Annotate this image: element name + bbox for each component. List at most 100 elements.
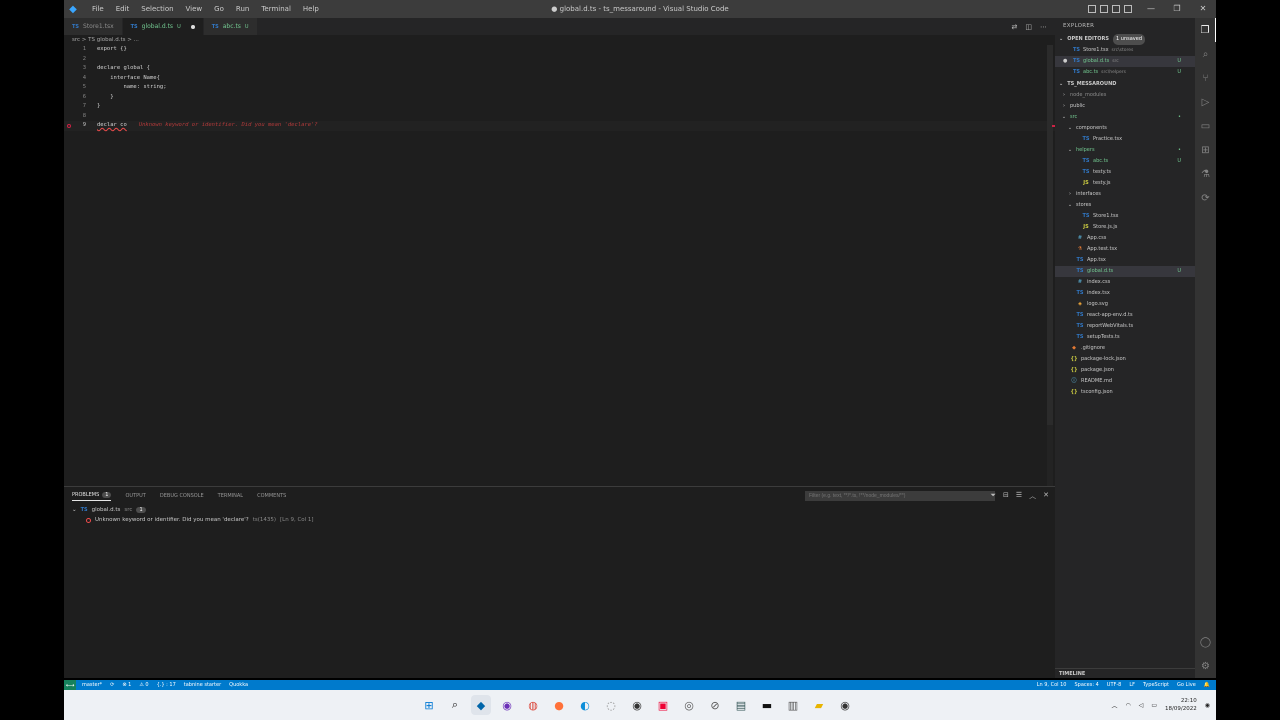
unsaved-dot-icon[interactable]: [190, 24, 195, 29]
remote-indicator-icon[interactable]: ⟷: [64, 680, 76, 690]
app-icon[interactable]: ◌: [601, 695, 621, 715]
tree-file[interactable]: ◆ .gitignore: [1055, 343, 1195, 354]
tab-debug-console[interactable]: DEBUG CONSOLE: [160, 493, 204, 499]
errors-count[interactable]: ⊗ 1: [122, 682, 131, 688]
source-control-icon[interactable]: ⑂: [1195, 66, 1216, 90]
tree-file[interactable]: TS react-app-env.d.ts: [1055, 310, 1195, 321]
tree-folder[interactable]: › public: [1055, 101, 1195, 112]
battery-icon[interactable]: ▭: [1151, 702, 1157, 709]
tree-file[interactable]: TS abc.ts U: [1055, 156, 1195, 167]
tree-file[interactable]: TS Store1.tsx: [1055, 211, 1195, 222]
close-panel-icon[interactable]: ✕: [1043, 491, 1049, 501]
restore-icon[interactable]: ❐: [1164, 0, 1190, 18]
volume-icon[interactable]: ◁: [1139, 702, 1144, 709]
tab-output[interactable]: OUTPUT: [125, 493, 145, 499]
remote-explorer-icon[interactable]: ▭: [1195, 114, 1216, 138]
vscode-app-icon[interactable]: ◆: [471, 695, 491, 715]
open-editor-item-active[interactable]: ● TS global.d.ts src U: [1055, 56, 1195, 67]
end-of-line[interactable]: LF: [1129, 682, 1135, 688]
toggle-panel-icon[interactable]: [1100, 5, 1108, 13]
open-editor-item[interactable]: TS Store1.tsx src\stores: [1055, 45, 1195, 56]
tree-file[interactable]: ⚗ App.test.tsx: [1055, 244, 1195, 255]
tree-file[interactable]: JS testy.js: [1055, 178, 1195, 189]
toggle-sidebar-icon[interactable]: [1088, 5, 1096, 13]
encoding[interactable]: UTF-8: [1107, 682, 1122, 688]
tab-problems[interactable]: PROBLEMS 1: [72, 491, 112, 501]
toggle-secondary-sidebar-icon[interactable]: [1112, 5, 1120, 13]
tree-folder[interactable]: ⌄ components: [1055, 123, 1195, 134]
menu-edit[interactable]: Edit: [110, 5, 136, 13]
settings-gear-icon[interactable]: ⚙: [1195, 654, 1216, 678]
tree-file[interactable]: TS setupTests.ts: [1055, 332, 1195, 343]
app-icon[interactable]: ▣: [653, 695, 673, 715]
tree-file[interactable]: TS Practice.tsx: [1055, 134, 1195, 145]
tree-file[interactable]: TS global.d.ts U: [1055, 266, 1195, 277]
tab-global-d-ts[interactable]: TS global.d.ts U: [122, 18, 204, 35]
project-section[interactable]: ⌄ TS_MESSAROUND: [1055, 79, 1195, 90]
terminal-icon[interactable]: ▬: [757, 695, 777, 715]
problem-file-row[interactable]: ⌄ TS global.d.ts src 1: [72, 507, 146, 513]
tree-file[interactable]: {} tsconfig.json: [1055, 387, 1195, 398]
collapse-all-icon[interactable]: ⊟: [1003, 491, 1009, 501]
obs-icon[interactable]: ◉: [835, 695, 855, 715]
tree-file[interactable]: # index.css: [1055, 277, 1195, 288]
app-icon[interactable]: ◎: [679, 695, 699, 715]
tree-file[interactable]: {} package-lock.json: [1055, 354, 1195, 365]
problem-item[interactable]: Unknown keyword or identifier. Did you m…: [86, 517, 314, 523]
maximize-panel-icon[interactable]: ︿: [1029, 491, 1036, 501]
chevron-up-icon[interactable]: ︿: [1111, 701, 1117, 710]
app-icon[interactable]: ▥: [783, 695, 803, 715]
code-editor[interactable]: 1 export {} 2 3 declare global { 4 inter…: [64, 45, 1055, 486]
unsaved-dot-icon[interactable]: ●: [1063, 56, 1067, 67]
open-editors-section[interactable]: ⌄ OPEN EDITORS 1 unsaved: [1055, 34, 1195, 45]
clock[interactable]: 22:10 18/09/2022: [1165, 697, 1197, 713]
menu-view[interactable]: View: [180, 5, 209, 13]
run-debug-icon[interactable]: ▷: [1195, 90, 1216, 114]
tree-file[interactable]: TS index.tsx: [1055, 288, 1195, 299]
account-icon[interactable]: ◯: [1195, 630, 1216, 654]
open-changes-icon[interactable]: ⇄: [1012, 23, 1018, 31]
github-icon[interactable]: ◉: [627, 695, 647, 715]
git-branch[interactable]: master*: [82, 682, 102, 688]
edge-icon[interactable]: ◐: [575, 695, 595, 715]
menu-run[interactable]: Run: [230, 5, 255, 13]
extensions-icon[interactable]: ⊞: [1195, 138, 1216, 162]
explorer-icon[interactable]: ❐: [1195, 18, 1216, 42]
scrollbar-thumb[interactable]: [1047, 45, 1053, 425]
file-explorer-icon[interactable]: ▰: [809, 695, 829, 715]
warnings-count[interactable]: ⚠ 0: [139, 682, 148, 688]
problems-filter-input[interactable]: [805, 491, 995, 501]
close-icon[interactable]: ✕: [1190, 0, 1216, 18]
menu-selection[interactable]: Selection: [135, 5, 179, 13]
tabnine-status[interactable]: tabnine starter: [184, 682, 221, 688]
search-icon[interactable]: ⌕: [1195, 42, 1216, 66]
tree-folder[interactable]: ⌄ helpers •: [1055, 145, 1195, 156]
tree-file[interactable]: TS reportWebVitals.ts: [1055, 321, 1195, 332]
editor-scrollbar[interactable]: [1047, 45, 1053, 486]
notifications-icon[interactable]: ◉: [1205, 702, 1210, 709]
search-icon[interactable]: ⌕: [445, 695, 465, 715]
quokka-status[interactable]: Quokka: [229, 682, 248, 688]
tree-file[interactable]: ◈ logo.svg: [1055, 299, 1195, 310]
filter-icon[interactable]: ⏷: [990, 491, 996, 501]
tab-terminal[interactable]: TERMINAL: [218, 493, 243, 499]
tree-folder[interactable]: › interfaces: [1055, 189, 1195, 200]
go-live-button[interactable]: Go Live: [1177, 682, 1196, 688]
menu-terminal[interactable]: Terminal: [255, 5, 297, 13]
app-icon[interactable]: ⊘: [705, 695, 725, 715]
tree-file[interactable]: {} package.json: [1055, 365, 1195, 376]
open-editor-item[interactable]: TS abc.ts src\helpers U: [1055, 67, 1195, 78]
menu-help[interactable]: Help: [297, 5, 325, 13]
minimize-icon[interactable]: —: [1138, 0, 1164, 18]
breadcrumb[interactable]: src > TS global.d.ts > ...: [64, 35, 1055, 45]
chevron-down-icon[interactable]: ⌄: [72, 507, 77, 513]
tree-file[interactable]: TS testy.ts: [1055, 167, 1195, 178]
menu-file[interactable]: File: [86, 5, 110, 13]
sync-icon[interactable]: ⟳: [110, 682, 114, 688]
app-icon[interactable]: ▤: [731, 695, 751, 715]
split-editor-icon[interactable]: ◫: [1025, 23, 1032, 31]
cursor-position[interactable]: Ln 9, Col 10: [1037, 682, 1067, 688]
app-icon[interactable]: ◉: [497, 695, 517, 715]
customize-layout-icon[interactable]: [1124, 5, 1132, 13]
windows-start-icon[interactable]: ⊞: [419, 695, 439, 715]
